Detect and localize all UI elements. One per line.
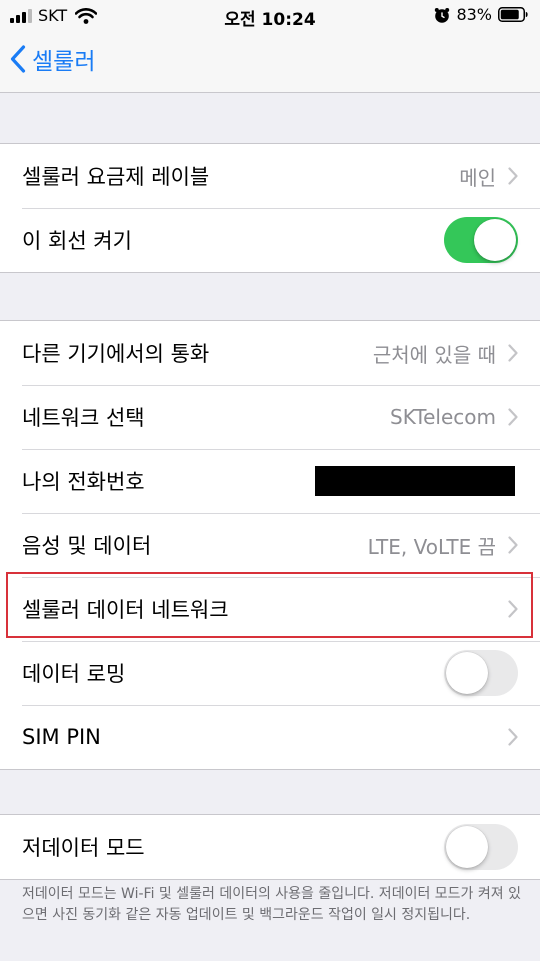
row-value: LTE, VoLTE 끔 <box>367 534 496 559</box>
row-voice-and-data[interactable]: 음성 및 데이터 LTE, VoLTE 끔 <box>0 513 540 577</box>
row-low-data-mode: 저데이터 모드 <box>0 815 540 879</box>
row-label: 셀룰러 데이터 네트워크 <box>22 598 229 622</box>
chevron-right-icon <box>508 536 518 554</box>
row-turn-on-line: 이 회선 켜기 <box>0 208 540 272</box>
row-value: SKTelecom <box>390 405 496 429</box>
toggle-knob <box>446 826 488 868</box>
chevron-right-icon <box>508 408 518 426</box>
low-data-mode-toggle[interactable] <box>444 824 518 870</box>
row-label: 저데이터 모드 <box>22 836 145 860</box>
row-cellular-data-network[interactable]: 셀룰러 데이터 네트워크 <box>0 577 540 641</box>
battery-icon <box>498 7 528 22</box>
settings-group-network: 다른 기기에서의 통화 근처에 있을 때 네트워크 선택 SKTelecom 나… <box>0 320 540 770</box>
back-button[interactable]: 셀룰러 <box>10 42 95 76</box>
row-label: 데이터 로밍 <box>22 662 126 686</box>
settings-group-plan: 셀룰러 요금제 레이블 메인 이 회선 켜기 <box>0 143 540 273</box>
row-value: 근처에 있을 때 <box>372 342 496 367</box>
row-value: 메인 <box>459 165 496 190</box>
alarm-clock-icon <box>435 7 450 23</box>
low-data-mode-footnote: 저데이터 모드는 Wi-Fi 및 셀룰러 데이터의 사용을 줄입니다. 저데이터… <box>22 886 521 923</box>
row-sim-pin[interactable]: SIM PIN <box>0 705 540 769</box>
row-label: 셀룰러 요금제 레이블 <box>22 165 210 189</box>
status-bar: SKT 오전 10:24 83% <box>0 0 540 30</box>
row-label: 다른 기기에서의 통화 <box>22 342 210 366</box>
row-cellular-plan-label[interactable]: 셀룰러 요금제 레이블 메인 <box>0 144 540 208</box>
status-right: 83% <box>434 5 528 24</box>
turn-on-line-toggle[interactable] <box>444 217 518 263</box>
settings-group-low-data: 저데이터 모드 <box>0 814 540 880</box>
row-label: 음성 및 데이터 <box>22 534 152 558</box>
row-label: 나의 전화번호 <box>22 470 145 494</box>
data-roaming-toggle[interactable] <box>444 650 518 696</box>
row-label: 네트워크 선택 <box>22 406 145 430</box>
row-label: 이 회선 켜기 <box>22 229 132 253</box>
row-label: SIM PIN <box>22 725 101 749</box>
back-button-label: 셀룰러 <box>32 49 96 75</box>
row-calls-on-other-devices[interactable]: 다른 기기에서의 통화 근처에 있을 때 <box>0 321 540 385</box>
chevron-right-icon <box>508 344 518 362</box>
toggle-knob <box>446 652 488 694</box>
chevron-right-icon <box>508 600 518 618</box>
redacted-phone-number <box>315 466 515 496</box>
battery-percent: 83% <box>456 5 492 24</box>
row-data-roaming: 데이터 로밍 <box>0 641 540 705</box>
row-my-number: 나의 전화번호 <box>0 449 540 513</box>
toggle-knob <box>474 219 516 261</box>
chevron-left-icon <box>10 45 26 73</box>
row-network-selection[interactable]: 네트워크 선택 SKTelecom <box>0 385 540 449</box>
chevron-right-icon <box>508 728 518 746</box>
navigation-bar: 셀룰러 <box>0 30 540 93</box>
chevron-right-icon <box>508 167 518 185</box>
